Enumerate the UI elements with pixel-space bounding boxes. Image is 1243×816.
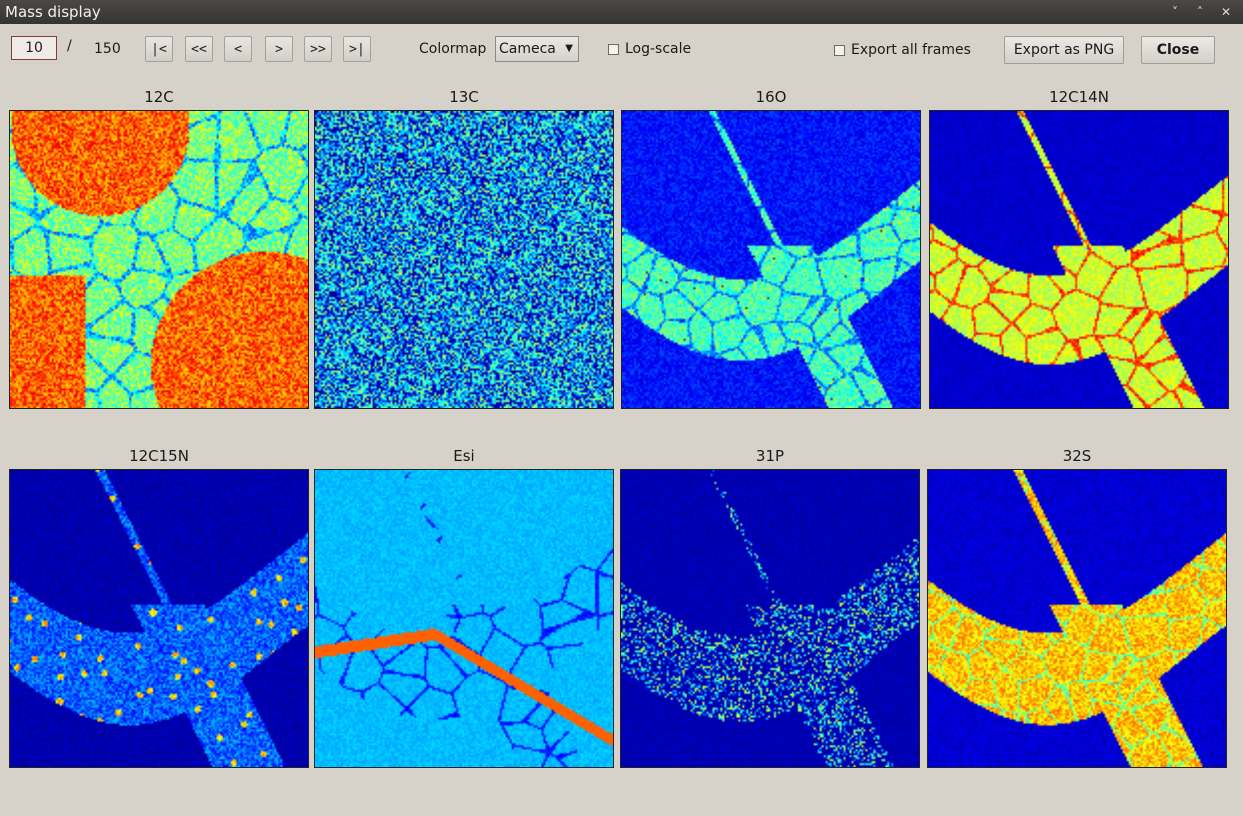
mass-display-window: Mass display ˅ ˄ ✕ / 150 |< << < > >> >|… [0,0,1243,816]
rewind-button[interactable]: << [185,36,213,62]
minimize-icon[interactable]: ˅ [1166,3,1184,21]
frame-separator: / [67,38,72,54]
panel-title: Esi [453,447,475,465]
mass-image[interactable] [620,469,920,768]
panel-title: 16O [755,88,787,106]
mass-image[interactable] [314,110,614,409]
mass-image[interactable] [621,110,921,409]
export-all-frames-checkbox[interactable] [834,45,845,56]
panel-title: 12C15N [129,447,189,465]
panel-title: 13C [449,88,479,106]
panel-title: 32S [1062,447,1092,465]
panel-title: 31P [755,447,785,465]
title-bar[interactable]: Mass display ˅ ˄ ✕ [0,0,1243,24]
last-frame-button[interactable]: >| [343,36,371,62]
dropdown-arrow-icon: ▼ [565,43,573,54]
colormap-select[interactable]: Cameca ▼ [495,36,579,62]
colormap-label: Colormap [419,41,487,57]
panel-title: 12C [144,88,174,106]
log-scale-label[interactable]: Log-scale [625,41,691,57]
frame-number-input[interactable] [11,36,57,60]
next-frame-button[interactable]: > [265,36,293,62]
maximize-icon[interactable]: ˄ [1191,3,1209,21]
panel-title: 12C14N [1049,88,1109,106]
first-frame-button[interactable]: |< [145,36,173,62]
fast-forward-button[interactable]: >> [304,36,332,62]
mass-image[interactable] [927,469,1227,768]
close-window-icon[interactable]: ✕ [1217,3,1235,21]
window-title: Mass display [5,3,101,21]
mass-image[interactable] [9,469,309,768]
total-frames: 150 [94,41,121,57]
mass-image[interactable] [929,110,1229,409]
export-all-frames-label[interactable]: Export all frames [851,42,971,58]
previous-frame-button[interactable]: < [224,36,252,62]
close-button[interactable]: Close [1141,36,1215,64]
colormap-value: Cameca [499,41,556,57]
mass-image[interactable] [9,110,309,409]
mass-image[interactable] [314,469,614,768]
export-png-button[interactable]: Export as PNG [1004,36,1124,64]
log-scale-checkbox[interactable] [608,44,619,55]
